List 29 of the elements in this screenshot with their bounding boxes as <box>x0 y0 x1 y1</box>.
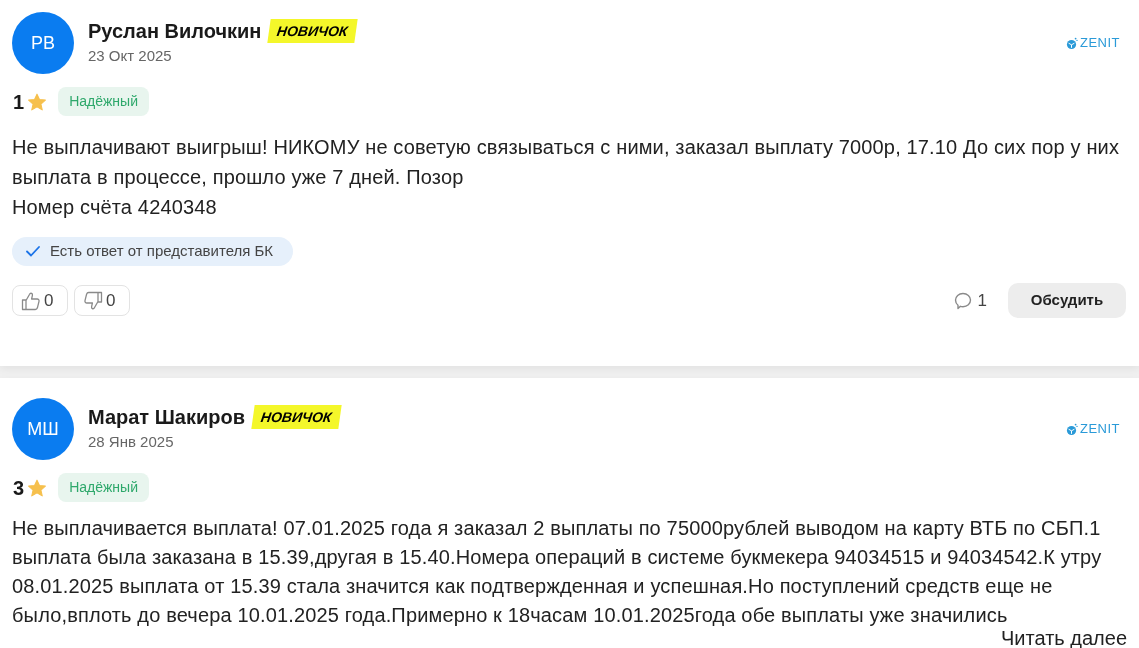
review-text: Не выплачивается выплата! 07.01.2025 года я заказал 2 выплаты по 75000рублей выводом на карту ВТБ по СБП.1 выплата была заказана в 15.39,другая в 15.40.Номера операций в системе букмекера 94034515 и 94034542.К утру 08.01.2025 выплата от 15.39 стала значится как подтвержденная и успешная.Но поступлений средств еще не было,вплоть до вечера 10.01.2025 года.Примерно к 18часам 10.01.2025года обе выплаты уже значились <box>12 516 1103 628</box>
check-icon <box>26 246 40 257</box>
comment-icon <box>953 291 972 310</box>
review-date: 23 Окт 2025 <box>88 46 173 66</box>
author-name[interactable]: Руслан Вилочкин <box>88 18 262 44</box>
thumbs-up-icon <box>21 290 41 311</box>
rating-value: 1 <box>13 89 25 114</box>
dislike-button[interactable]: 0 <box>74 285 130 316</box>
ball-icon <box>1065 422 1078 436</box>
star-icon <box>28 92 47 111</box>
avatar: РВ <box>12 12 74 74</box>
avatar: МШ <box>12 398 74 460</box>
status-tag: Надёжный <box>58 473 149 502</box>
review-date: 28 Янв 2025 <box>88 432 175 452</box>
comment-count: 1 <box>977 289 987 312</box>
discuss-button[interactable]: Обсудить <box>1008 283 1126 318</box>
star-icon <box>28 478 47 497</box>
author-name[interactable]: Марат Шакиров <box>88 404 245 430</box>
like-button[interactable]: 0 <box>12 285 68 316</box>
rating-value: 3 <box>13 475 25 500</box>
ball-icon <box>1065 36 1078 50</box>
status-tag: Надёжный <box>58 87 149 116</box>
rank-badge: НОВИЧОК <box>251 405 342 429</box>
review-text: Не выплачивают выигрыш! НИКОМУ не советую связываться с ними, заказал выплату 7000р, 17.10 До сих пор у них выплата в процессе, прошло уже 7 дней. Позор Номер счёта 4240348 <box>12 135 1121 220</box>
bookmaker-logo-text: ZENIT <box>1079 422 1120 436</box>
rank-badge: НОВИЧОК <box>267 19 358 43</box>
thumbs-down-icon <box>83 290 103 311</box>
bookmaker-logo-text: ZENIT <box>1079 36 1120 50</box>
representative-answer-text: Есть ответ от представителя БК <box>50 241 274 262</box>
